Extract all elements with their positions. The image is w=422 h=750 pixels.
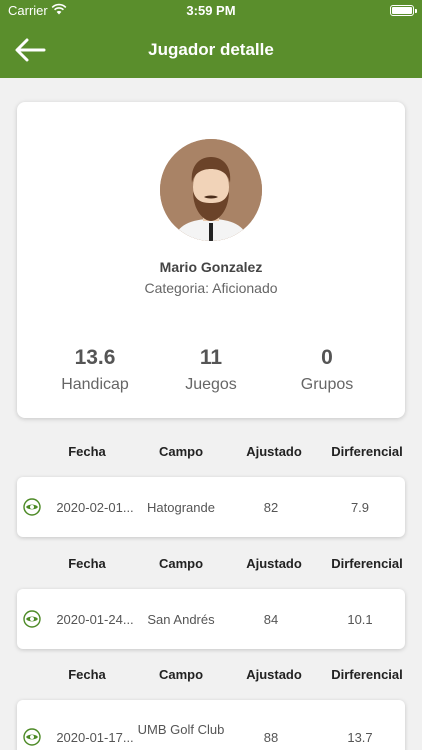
col-header-diferencial: Dirferencial — [331, 444, 403, 459]
page-title: Jugador detalle — [148, 40, 274, 59]
eye-icon[interactable] — [23, 728, 41, 746]
round-differential: 7.9 — [350, 500, 370, 515]
stat-value: 0 — [321, 346, 333, 369]
round-date: 2020-01-24... — [56, 612, 134, 627]
status-time: 3:59 PM — [186, 3, 236, 18]
stat-value: 11 — [199, 346, 223, 369]
player-profile-card: Mario Gonzalez Categoria: Aficionado 13.… — [17, 102, 405, 418]
col-header-campo: Campo — [158, 556, 204, 571]
status-bar: Carrier 3:59 PM — [0, 0, 422, 22]
eye-icon[interactable] — [23, 610, 41, 628]
col-header-ajustado: Ajustado — [246, 556, 302, 571]
col-header-diferencial: Dirferencial — [331, 667, 403, 682]
col-header-diferencial: Dirferencial — [331, 556, 403, 571]
stat-grupos: 0 Grupos — [267, 346, 387, 394]
stat-label: Grupos — [300, 376, 354, 393]
eye-icon[interactable] — [23, 498, 41, 516]
man-avatar-icon — [160, 139, 262, 241]
round-adjusted: 82 — [263, 500, 279, 515]
stat-handicap: 13.6 Handicap — [35, 346, 155, 394]
round-course: UMB Golf Club — [137, 722, 225, 737]
col-header-fecha: Fecha — [68, 556, 106, 571]
battery-icon — [390, 5, 417, 16]
round-course: Hatogrande — [147, 500, 215, 515]
stat-juegos: 11 Juegos — [151, 346, 271, 394]
app-header: Carrier 3:59 PM Jugador detalle — [0, 0, 422, 78]
round-row[interactable]: 2020-01-24... San Andrés 84 10.1 — [17, 589, 405, 649]
col-header-campo: Campo — [158, 444, 204, 459]
col-header-ajustado: Ajustado — [246, 444, 302, 459]
col-header-campo: Campo — [158, 667, 204, 682]
round-adjusted: 84 — [263, 612, 279, 627]
round-row[interactable]: 2020-02-01... Hatogrande 82 7.9 — [17, 477, 405, 537]
stat-label: Handicap — [61, 376, 129, 393]
round-differential: 13.7 — [347, 730, 373, 745]
col-header-fecha: Fecha — [68, 444, 106, 459]
player-category: Categoria: Aficionado — [144, 280, 278, 296]
table-header: Fecha Campo Ajustado Dirferencial — [17, 444, 405, 464]
table-header: Fecha Campo Ajustado Dirferencial — [17, 667, 405, 687]
stat-value: 13.6 — [74, 346, 116, 369]
round-date: 2020-02-01... — [56, 500, 134, 515]
round-row[interactable]: 2020-01-17... UMB Golf Club 88 13.7 — [17, 700, 405, 750]
avatar — [160, 139, 262, 241]
round-date: 2020-01-17... — [56, 730, 134, 745]
table-header: Fecha Campo Ajustado Dirferencial — [17, 556, 405, 576]
round-differential: 10.1 — [347, 612, 373, 627]
round-adjusted: 88 — [263, 730, 279, 745]
col-header-ajustado: Ajustado — [246, 667, 302, 682]
col-header-fecha: Fecha — [68, 667, 106, 682]
stat-label: Juegos — [185, 376, 237, 393]
player-name: Mario Gonzalez — [159, 259, 263, 275]
round-course: San Andrés — [147, 612, 215, 627]
